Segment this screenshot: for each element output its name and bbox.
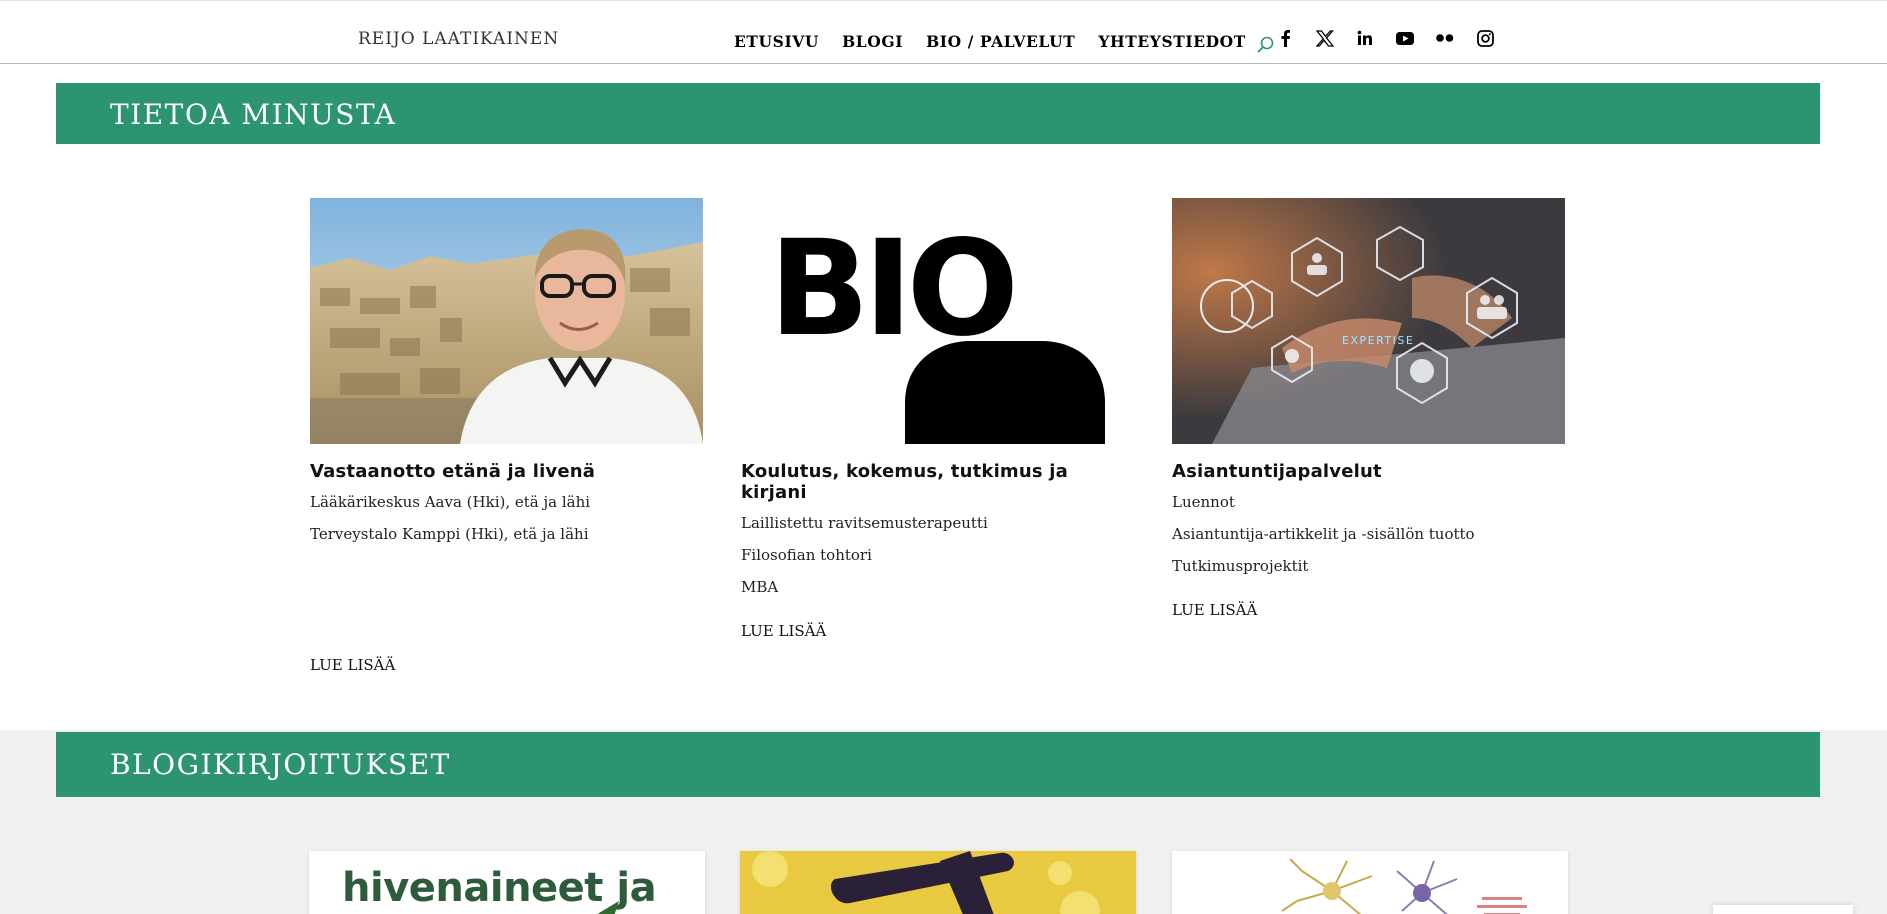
card-heading[interactable]: Asiantuntijapalvelut xyxy=(1172,461,1565,482)
about-section-title: TIETOA MINUSTA xyxy=(110,98,397,131)
instagram-icon[interactable] xyxy=(1475,28,1495,48)
expertise-graphic-text: EXPERTISE xyxy=(1342,334,1414,347)
facebook-icon[interactable] xyxy=(1275,28,1295,48)
blog-card-neuron[interactable] xyxy=(1172,851,1568,914)
card-line: Tutkimusprojektit xyxy=(1172,557,1309,575)
nav-yhteystiedot[interactable]: YHTEYSTIEDOT xyxy=(1098,32,1246,51)
blog-card-text: hivenaineet ja xyxy=(342,865,656,911)
about-section-header: TIETOA MINUSTA xyxy=(56,83,1820,144)
social-links xyxy=(1275,28,1515,48)
main-nav: ETUSIVU BLOGI BIO / PALVELUT YHTEYSTIEDO… xyxy=(734,31,1276,53)
card-line: Lääkärikeskus Aava (Hki), etä ja lähi xyxy=(310,493,591,511)
site-header: REIJO LAATIKAINEN ETUSIVU BLOGI BIO / PA… xyxy=(0,0,1887,64)
about-card-bio: BIO Koulutus, kokemus, tutkimus ja kirja… xyxy=(741,198,1134,640)
blog-section-header: BLOGIKIRJOITUKSET xyxy=(56,732,1820,797)
about-card-expert: EXPERTISE Asiantuntijapalvelut Luennot A… xyxy=(1172,198,1565,619)
card-heading[interactable]: Koulutus, kokemus, tutkimus ja kirjani xyxy=(741,461,1134,503)
flickr-icon[interactable] xyxy=(1435,28,1455,48)
read-more-link[interactable]: LUE LISÄÄ xyxy=(310,656,703,674)
card-line: Terveystalo Kamppi (Hki), etä ja lähi xyxy=(310,525,589,543)
card-line: Filosofian tohtori xyxy=(741,546,872,564)
nav-blogi[interactable]: BLOGI xyxy=(842,32,903,51)
blog-card-yellow[interactable] xyxy=(740,851,1136,914)
linkedin-icon[interactable] xyxy=(1355,28,1375,48)
blog-card-hivenaineet[interactable]: hivenaineet ja xyxy=(309,851,705,914)
nav-bio-palvelut[interactable]: BIO / PALVELUT xyxy=(926,32,1075,51)
bio-graphic[interactable]: BIO xyxy=(741,198,1134,444)
blog-section-title: BLOGIKIRJOITUKSET xyxy=(110,748,451,781)
read-more-link[interactable]: LUE LISÄÄ xyxy=(741,622,1134,640)
read-more-link[interactable]: LUE LISÄÄ xyxy=(1172,601,1565,619)
nav-etusivu[interactable]: ETUSIVU xyxy=(734,32,819,51)
x-icon[interactable] xyxy=(1315,28,1335,48)
card-heading[interactable]: Vastaanotto etänä ja livenä xyxy=(310,461,703,482)
site-title[interactable]: REIJO LAATIKAINEN xyxy=(358,29,559,49)
card-line: Laillistettu ravitsemusterapeutti xyxy=(741,514,988,532)
about-card-reception: Vastaanotto etänä ja livenä Lääkärikesku… xyxy=(310,198,703,674)
chat-widget[interactable] xyxy=(1713,905,1853,914)
card-line: MBA xyxy=(741,578,779,596)
expertise-graphic[interactable]: EXPERTISE xyxy=(1172,198,1565,444)
portrait-photo[interactable] xyxy=(310,198,703,444)
card-line: Asiantuntija-artikkelit ja -sisällön tuo… xyxy=(1172,525,1475,543)
youtube-icon[interactable] xyxy=(1395,28,1415,48)
card-line: Luennot xyxy=(1172,493,1235,511)
search-icon[interactable] xyxy=(1256,35,1276,55)
